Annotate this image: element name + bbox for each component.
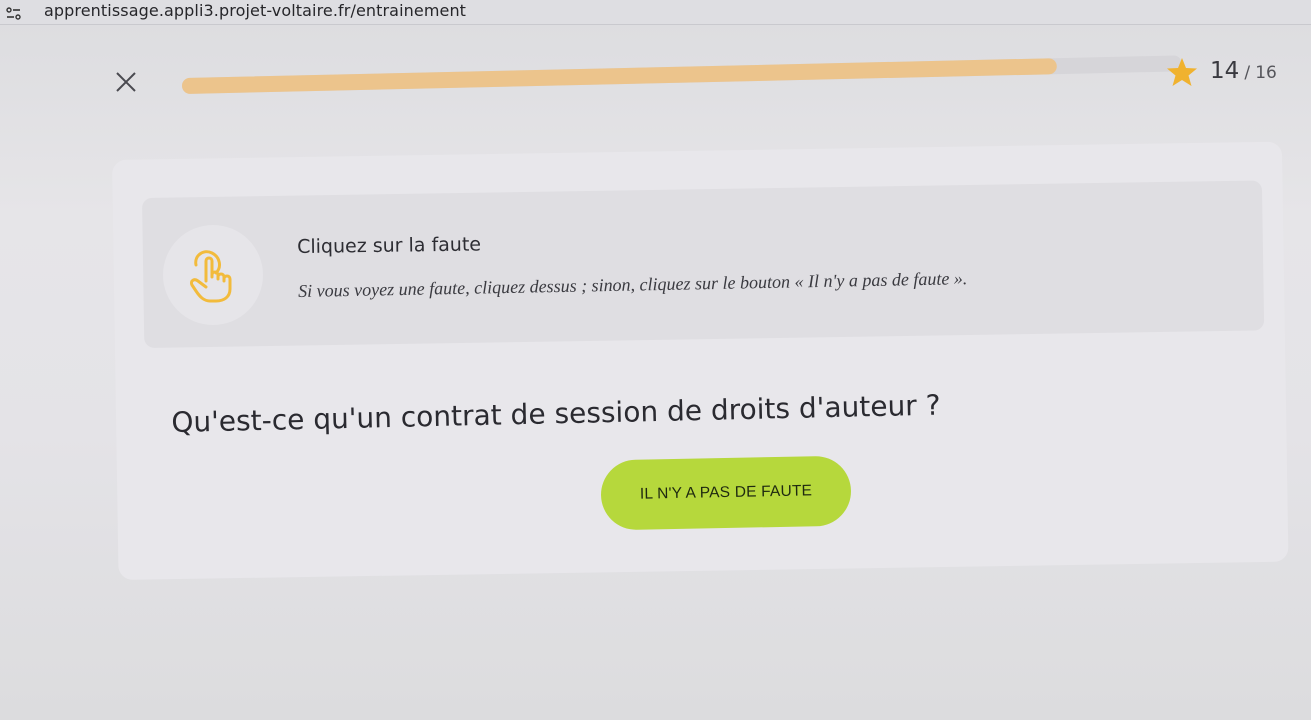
pointing-hand-icon-container <box>163 225 263 325</box>
pointing-hand-icon <box>190 250 232 303</box>
score-current: 14 <box>1210 58 1240 84</box>
site-settings-icon[interactable] <box>6 6 22 20</box>
close-icon <box>116 72 136 92</box>
score-counter: 14 / 16 <box>1210 58 1277 84</box>
score-separator: / <box>1244 63 1251 83</box>
progress-bar-fill <box>181 58 1057 94</box>
star-icon <box>1166 56 1198 88</box>
progress-bar <box>181 55 1182 94</box>
close-button[interactable] <box>111 66 141 96</box>
instruction-title: Cliquez sur la faute <box>297 233 482 258</box>
score-total: 16 <box>1255 63 1277 83</box>
url-text[interactable]: apprentissage.appli3.projet-voltaire.fr/… <box>44 1 466 20</box>
instruction-box <box>142 180 1265 348</box>
no-fault-button[interactable]: IL N'Y A PAS DE FAUTE <box>600 455 852 531</box>
browser-address-bar: apprentissage.appli3.projet-voltaire.fr/… <box>0 0 1311 25</box>
